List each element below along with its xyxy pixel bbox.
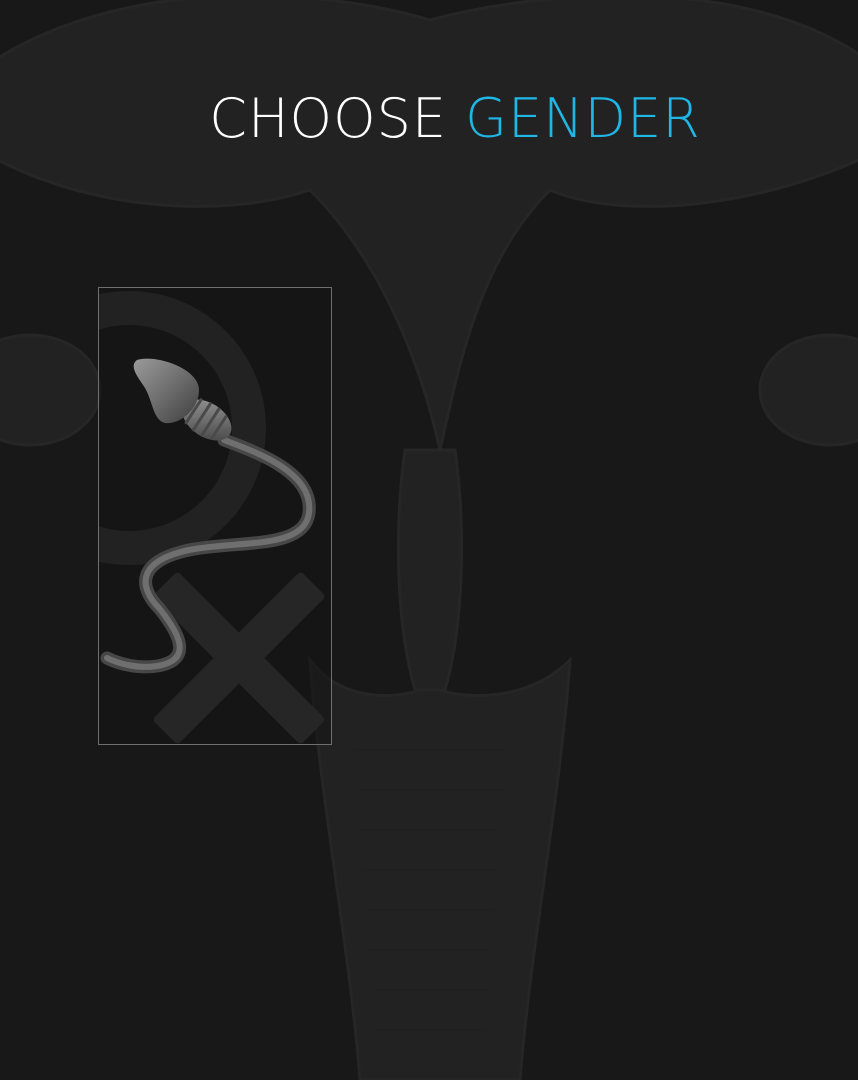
sperm-option-card[interactable] bbox=[98, 287, 332, 745]
title-word-gender: GENDER bbox=[465, 87, 701, 150]
page-title: CHOOSE GENDER bbox=[0, 84, 858, 154]
choose-gender-screen: CHOOSE GENDER bbox=[0, 0, 858, 1080]
sperm-icon bbox=[100, 358, 316, 674]
title-word-choose: CHOOSE bbox=[209, 87, 447, 150]
